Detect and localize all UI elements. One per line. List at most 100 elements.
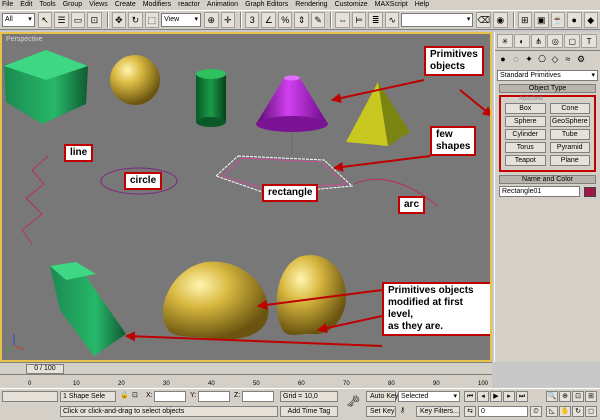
menu-rendering[interactable]: Rendering bbox=[295, 0, 327, 10]
absolute-mode-icon[interactable]: ⊡ bbox=[132, 391, 138, 401]
object-color-swatch[interactable] bbox=[584, 186, 596, 197]
time-slider-thumb[interactable]: 0 / 100 bbox=[26, 364, 64, 374]
hierarchy-tab-icon[interactable]: ⋔ bbox=[530, 34, 547, 48]
menu-views[interactable]: Views bbox=[89, 0, 108, 10]
percent-snap-icon[interactable]: % bbox=[277, 12, 293, 28]
helpers-icon[interactable]: ◇ bbox=[549, 53, 561, 65]
key-icon[interactable]: 🗝 bbox=[346, 397, 360, 408]
key-mode-toggle-icon[interactable]: ⇆ bbox=[464, 406, 476, 417]
object-type-rollout-header[interactable]: Object Type bbox=[499, 84, 596, 93]
scale-icon[interactable]: ⬚ bbox=[144, 12, 160, 28]
torus-button[interactable]: Torus bbox=[505, 142, 546, 153]
pyramid-button[interactable]: Pyramid bbox=[549, 142, 590, 153]
sphere-button[interactable]: Sphere bbox=[505, 116, 546, 127]
select-by-name-icon[interactable]: ☰ bbox=[54, 12, 69, 28]
pivot-icon[interactable]: ⊕ bbox=[204, 12, 219, 28]
menu-modifiers[interactable]: Modifiers bbox=[143, 0, 171, 10]
current-frame-field[interactable]: 0 bbox=[478, 406, 528, 417]
menu-file[interactable]: File bbox=[2, 0, 13, 10]
geosphere-button[interactable]: GeoSphere bbox=[549, 116, 590, 127]
zoom-icon[interactable]: 🔍 bbox=[546, 391, 558, 402]
key-filters-button[interactable]: Key Filters... bbox=[416, 406, 460, 417]
menu-reactor[interactable]: reactor bbox=[178, 0, 200, 10]
goto-end-icon[interactable]: ⏭ bbox=[516, 391, 528, 402]
select-object-icon[interactable]: ↖ bbox=[37, 12, 53, 28]
arc-shape[interactable] bbox=[353, 178, 439, 207]
menu-animation[interactable]: Animation bbox=[207, 0, 238, 10]
geometry-icon[interactable]: ● bbox=[497, 53, 509, 65]
schematic-view-icon[interactable]: ⊞ bbox=[517, 12, 533, 28]
prev-frame-icon[interactable]: ◂ bbox=[477, 391, 489, 402]
systems-icon[interactable]: ⚙ bbox=[575, 53, 587, 65]
sphere-object[interactable] bbox=[110, 55, 160, 105]
line-shape[interactable] bbox=[21, 155, 49, 245]
maximize-viewport-icon[interactable]: ◻ bbox=[585, 406, 597, 417]
align-icon[interactable]: ⊨ bbox=[351, 12, 367, 28]
set-key-button[interactable]: Set Key bbox=[366, 406, 396, 417]
curve-editor-icon[interactable]: ∿ bbox=[384, 12, 400, 28]
next-frame-icon[interactable]: ▸ bbox=[503, 391, 515, 402]
add-time-tag-button[interactable]: Add Time Tag bbox=[280, 406, 338, 417]
primitive-category-dropdown[interactable]: Standard Primitives ▾ bbox=[497, 70, 598, 81]
render-teapot-icon[interactable]: ☕ bbox=[550, 12, 566, 28]
spacewarps-icon[interactable]: ≈ bbox=[562, 53, 574, 65]
play-icon[interactable]: ▶ bbox=[490, 391, 502, 402]
object-name-field[interactable]: Rectangle01 bbox=[499, 186, 580, 197]
time-slider[interactable]: 0 / 100 bbox=[0, 362, 492, 374]
selection-filter-dropdown[interactable]: All ▾ bbox=[2, 13, 35, 27]
field-of-view-icon[interactable]: ◺ bbox=[546, 406, 558, 417]
x-coordinate-field[interactable] bbox=[154, 391, 186, 402]
menu-help[interactable]: Help bbox=[415, 0, 429, 10]
menu-create[interactable]: Create bbox=[115, 0, 136, 10]
auto-key-button[interactable]: Auto Key bbox=[366, 391, 398, 402]
orbit-icon[interactable]: ↻ bbox=[572, 406, 584, 417]
eraser-icon[interactable]: ⌫ bbox=[476, 12, 492, 28]
modified-box-object[interactable] bbox=[50, 262, 126, 356]
zoom-all-icon[interactable]: ⊕ bbox=[559, 391, 571, 402]
cameras-icon[interactable]: ⎔ bbox=[536, 53, 548, 65]
menu-group[interactable]: Group bbox=[63, 0, 82, 10]
time-config-icon[interactable]: ⏲ bbox=[530, 406, 542, 417]
rotate-icon[interactable]: ↻ bbox=[128, 12, 143, 28]
menu-tools[interactable]: Tools bbox=[39, 0, 55, 10]
track-bar[interactable]: 0 10 20 30 40 50 60 70 80 90 100 bbox=[0, 374, 492, 388]
render-setup-icon[interactable]: ▣ bbox=[534, 12, 549, 28]
tube-button[interactable]: Tube bbox=[549, 129, 590, 140]
named-selection-sets-dropdown[interactable]: ▾ bbox=[401, 13, 474, 27]
key-mode-dropdown[interactable]: Selected ▾ bbox=[398, 391, 460, 402]
key-filters-icon[interactable]: ⚷ bbox=[400, 406, 405, 416]
window-crossing-icon[interactable]: ⊡ bbox=[87, 12, 102, 28]
quick-render-icon[interactable]: ● bbox=[567, 12, 582, 28]
z-coordinate-field[interactable] bbox=[242, 391, 274, 402]
teapot-button[interactable]: Teapot bbox=[505, 155, 546, 166]
spinner-snap-icon[interactable]: ⇕ bbox=[294, 12, 309, 28]
layer-manager-icon[interactable]: ≣ bbox=[368, 12, 383, 28]
name-color-rollout-header[interactable]: Name and Color bbox=[499, 175, 596, 184]
modified-sphere-object[interactable] bbox=[162, 261, 269, 340]
named-selection-edit-icon[interactable]: ✎ bbox=[310, 12, 326, 28]
zoom-extents-all-icon[interactable]: ⊞ bbox=[585, 391, 597, 402]
reference-coordinate-dropdown[interactable]: View ▾ bbox=[161, 13, 202, 27]
motion-tab-icon[interactable]: ◎ bbox=[547, 34, 564, 48]
cone-button[interactable]: Cone bbox=[549, 103, 590, 114]
cylinder-button[interactable]: Cylinder bbox=[505, 129, 546, 140]
material-editor-icon[interactable]: ◉ bbox=[493, 12, 508, 28]
plane-button[interactable]: Plane bbox=[549, 155, 590, 166]
lock-icon[interactable]: 🔒 bbox=[120, 391, 129, 401]
utilities-tab-icon[interactable]: T bbox=[581, 34, 597, 48]
menu-edit[interactable]: Edit bbox=[20, 0, 32, 10]
maxscript-listener-icon[interactable] bbox=[2, 391, 58, 402]
menu-customize[interactable]: Customize bbox=[335, 0, 368, 10]
zoom-extents-icon[interactable]: ⊡ bbox=[572, 391, 584, 402]
rect-selection-icon[interactable]: ▭ bbox=[70, 12, 86, 28]
move-icon[interactable]: ✥ bbox=[111, 12, 127, 28]
angle-snap-icon[interactable]: ∠ bbox=[261, 12, 276, 28]
lights-icon[interactable]: ✦ bbox=[523, 53, 535, 65]
snap-3d-icon[interactable]: 3 bbox=[245, 12, 260, 28]
shapes-icon[interactable]: ◌ bbox=[510, 53, 522, 65]
pan-icon[interactable]: ✋ bbox=[559, 406, 571, 417]
box-button[interactable]: Box bbox=[505, 103, 546, 114]
autogrid-checkbox[interactable]: AutoGrid bbox=[519, 96, 543, 102]
create-tab-icon[interactable]: ✳ bbox=[497, 34, 513, 48]
menu-maxscript[interactable]: MAXScript bbox=[375, 0, 408, 10]
